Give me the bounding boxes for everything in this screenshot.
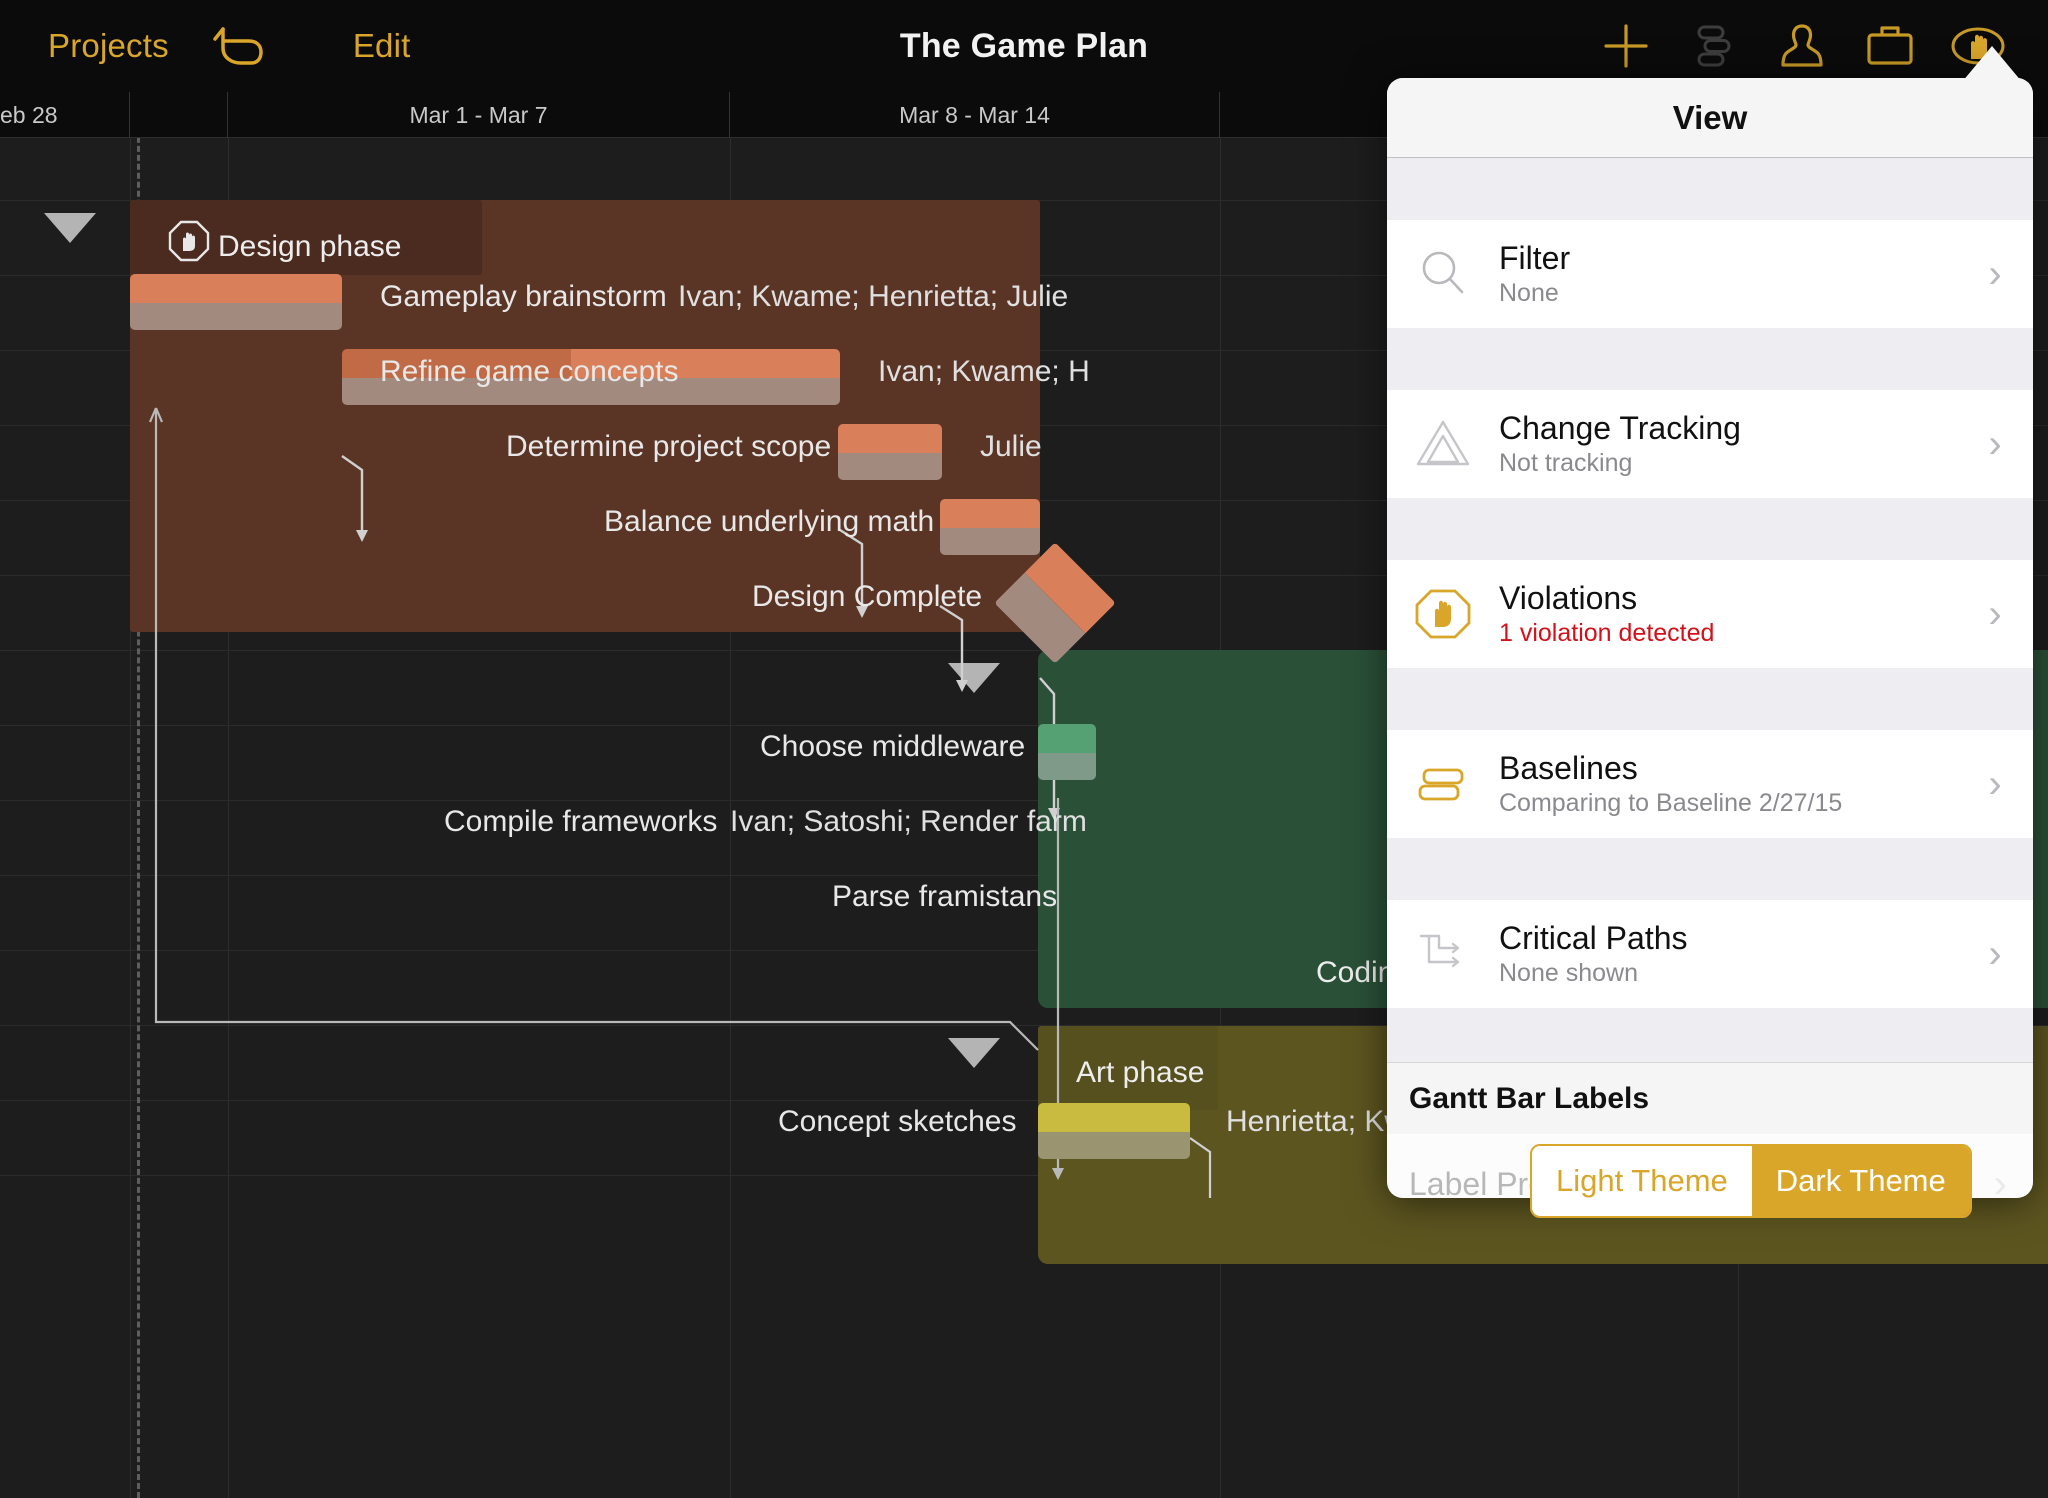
bar-progress — [838, 424, 942, 454]
undo-icon[interactable] — [179, 21, 299, 71]
chevron-right-icon: › — [1988, 421, 2002, 466]
task-bar-balance-underlying-math[interactable] — [940, 499, 1040, 555]
bar-progress — [940, 499, 1040, 529]
task-label-determine-project-scope: Determine project scope — [506, 430, 832, 463]
popover-row-sub-warning: 1 violation detected — [1499, 618, 1715, 647]
violation-octagon-icon[interactable] — [168, 220, 210, 267]
violations-icon — [1387, 587, 1499, 641]
popover-row-text: Filter None — [1499, 240, 1957, 307]
popover-row-title: Baselines — [1499, 750, 1638, 787]
theme-toggle-group[interactable]: Light Theme Dark Theme — [1530, 1144, 1972, 1218]
popover-row-critical-paths[interactable]: Critical Paths None shown › — [1387, 900, 2033, 1008]
bar-baseline — [1038, 753, 1096, 780]
popover-spacer — [1387, 1008, 2033, 1062]
phase-label-art: Art phase — [1076, 1056, 1205, 1089]
popover-spacer — [1387, 838, 2033, 900]
popover-row-text: Change Tracking Not tracking — [1499, 410, 1957, 477]
bar-baseline — [838, 453, 942, 480]
popover-row-violations[interactable]: Violations 1 violation detected › — [1387, 560, 2033, 668]
bar-progress — [1038, 724, 1096, 754]
bar-baseline — [940, 528, 1040, 555]
edit-button[interactable]: Edit — [343, 21, 421, 71]
magnifier-icon — [1387, 246, 1499, 302]
popover-title: View — [1672, 98, 1748, 136]
popover-spacer — [1387, 158, 2033, 220]
popover-section-gantt-bar-labels: Gantt Bar Labels — [1387, 1062, 2033, 1134]
critical-paths-icon — [1387, 928, 1499, 980]
chevron-right-icon: › — [1988, 251, 2002, 296]
chevron-right-icon: › — [1988, 591, 2002, 636]
popover-header: View — [1387, 78, 2033, 158]
chevron-right-icon: › — [1988, 931, 2002, 976]
timeline-col-3: Mar 8 - Mar 14 — [730, 92, 1220, 138]
view-popover: View Filter None › Change Tracking Not t… — [1387, 78, 2033, 1198]
timeline-col-2: Mar 1 - Mar 7 — [228, 92, 730, 138]
collapse-triangle-coding[interactable] — [948, 663, 1000, 693]
task-label-choose-middleware: Choose middleware — [760, 730, 1026, 763]
task-label-gameplay-brainstorm: Gameplay brainstorm — [380, 280, 667, 313]
task-label-balance-underlying-math: Balance underlying math — [604, 505, 935, 538]
chevron-right-icon: › — [1993, 1161, 2007, 1199]
projects-button[interactable]: Projects — [38, 21, 179, 71]
task-resources-gameplay-brainstorm: Ivan; Kwame; Henrietta; Julie — [678, 280, 1069, 313]
task-bar-choose-middleware[interactable] — [1038, 724, 1096, 780]
popover-row-baselines[interactable]: Baselines Comparing to Baseline 2/27/15 … — [1387, 730, 2033, 838]
popover-spacer — [1387, 328, 2033, 390]
bar-progress — [1038, 1103, 1190, 1133]
popover-row-sub: None — [1499, 278, 1559, 307]
popover-arrow — [1962, 46, 2022, 82]
chevron-right-icon: › — [1988, 761, 2002, 806]
timeline-col-0: eb 28 — [0, 92, 130, 138]
task-label-concept-sketches: Concept sketches — [778, 1105, 1017, 1138]
popover-spacer — [1387, 498, 2033, 560]
popover-row-title: Violations — [1499, 580, 1638, 617]
gantt-app-window: Projects Edit The Game Plan eb 28 Mar 1 … — [0, 0, 2048, 1498]
popover-row-change-tracking[interactable]: Change Tracking Not tracking › — [1387, 390, 2033, 498]
phase-label-design: Design phase — [218, 230, 402, 263]
task-resources-refine-game-concepts: Ivan; Kwame; H — [878, 355, 1090, 388]
bar-baseline — [1038, 1132, 1190, 1159]
popover-row-filter[interactable]: Filter None › — [1387, 220, 2033, 328]
milestone-label-design-complete: Design Complete — [752, 580, 983, 613]
popover-row-sub: Not tracking — [1499, 448, 1633, 477]
task-label-compile-frameworks: Compile frameworks — [444, 805, 718, 838]
task-resources-compile-frameworks: Ivan; Satoshi; Render farm — [730, 805, 1087, 838]
change-tracking-icon — [1387, 416, 1499, 472]
task-label-refine-game-concepts: Refine game concepts — [380, 355, 679, 388]
popover-row-sub: None shown — [1499, 958, 1638, 987]
popover-row-text: Violations 1 violation detected — [1499, 580, 1957, 647]
task-bar-determine-project-scope[interactable] — [838, 424, 942, 480]
baselines-icon — [1387, 760, 1499, 808]
task-bar-concept-sketches[interactable] — [1038, 1103, 1190, 1159]
popover-row-title: Filter — [1499, 240, 1571, 277]
popover-row-title: Critical Paths — [1499, 920, 1688, 957]
timeline-col-1 — [130, 92, 228, 138]
collapse-triangle-art[interactable] — [948, 1038, 1000, 1068]
bar-baseline — [130, 303, 342, 330]
popover-spacer — [1387, 668, 2033, 730]
task-resources-determine-project-scope: Julie — [980, 430, 1042, 463]
popover-row-text: Baselines Comparing to Baseline 2/27/15 — [1499, 750, 1957, 817]
task-label-parse-framistans: Parse framistans — [832, 880, 1058, 913]
light-theme-button[interactable]: Light Theme — [1532, 1146, 1752, 1216]
bar-progress — [130, 274, 342, 304]
toolbar-left-group: Projects Edit — [0, 21, 420, 71]
collapse-triangle-design[interactable] — [44, 213, 96, 243]
task-bar-gameplay-brainstorm[interactable] — [130, 274, 342, 330]
dark-theme-button[interactable]: Dark Theme — [1751, 1146, 1970, 1216]
popover-row-text: Critical Paths None shown — [1499, 920, 1957, 987]
popover-row-sub: Comparing to Baseline 2/27/15 — [1499, 788, 1843, 817]
popover-row-title: Change Tracking — [1499, 410, 1741, 447]
